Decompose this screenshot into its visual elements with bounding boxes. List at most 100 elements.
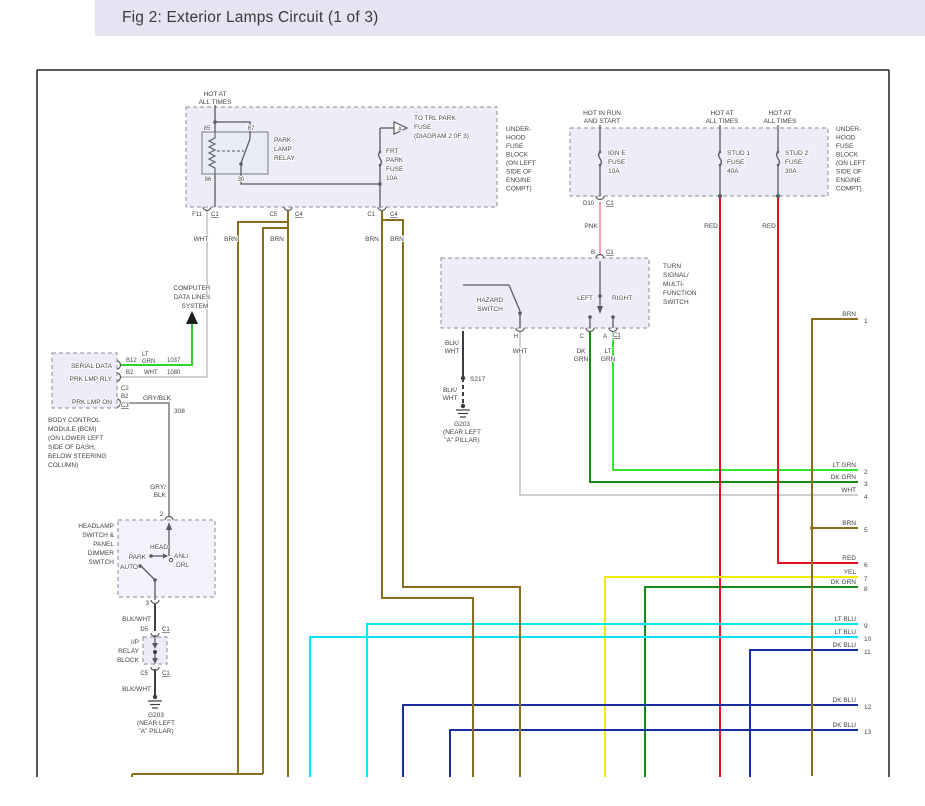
label-switch: SWITCH: [477, 306, 503, 313]
brn-row5-junction: [810, 526, 814, 530]
yel-row7: [605, 577, 858, 777]
label-hazard: HAZARD: [477, 297, 504, 304]
label-10: 10: [864, 636, 872, 643]
label-headlamp: HEADLAMP: [78, 523, 114, 530]
label-c1: C1: [367, 212, 375, 218]
label-lamp: LAMP: [274, 146, 292, 153]
connector-pin2: [165, 517, 173, 520]
turn-feed-dot: [598, 294, 602, 298]
label-park: PARK: [129, 554, 147, 561]
label-block: BLOCK: [117, 657, 140, 664]
label-dk-grn: DK GRN: [831, 579, 857, 586]
label-and-start: AND START: [584, 118, 620, 125]
label-diagram-2-0f-3: (DIAGRAM 2 0F 3): [414, 133, 469, 140]
label-prk-lmp-rly: PRK LMP RLY: [70, 376, 113, 383]
label-lt-blu: LT BLU: [835, 616, 857, 623]
label-a-pillar: "A" PILLAR): [444, 437, 479, 444]
label-all-times: ALL TIMES: [764, 118, 798, 125]
label-turn: TURN: [663, 263, 681, 270]
label-stud-1: STUD 1: [727, 150, 751, 157]
wiring-diagram: AHOT ATALL TIMES85878630PARKLAMPRELAYFRT…: [0, 0, 925, 806]
label-lt: LT: [142, 352, 149, 358]
label-yel: YEL: [844, 569, 857, 576]
label-dk-blu: DK BLU: [833, 642, 857, 649]
label-left: LEFT: [577, 295, 593, 302]
label-compt: COMPT): [506, 186, 532, 193]
label-d5: D5: [140, 627, 148, 633]
label-c: C: [580, 334, 585, 340]
label-c1: C1: [162, 627, 170, 633]
label-c1: C1: [606, 201, 614, 207]
label-8: 8: [864, 586, 868, 593]
hazard-h-dot: [518, 311, 522, 315]
label-hood: HOOD: [506, 135, 526, 142]
dkgrn-row8: [645, 587, 858, 777]
anl-drl-contact: [169, 558, 172, 561]
connector-pin3: [151, 600, 159, 604]
label-on-lower-left: (ON LOWER LEFT: [48, 435, 103, 442]
label-side-of: SIDE OF: [836, 169, 862, 176]
label-2: 2: [864, 469, 868, 476]
ground-dot-ip: [153, 695, 157, 699]
label-11: 11: [864, 649, 871, 656]
label-lt: LT: [604, 348, 611, 355]
label-blk: BLK: [154, 492, 167, 499]
label-dk: DK: [576, 348, 586, 355]
label-data-lines: DATA LINES: [174, 294, 211, 301]
label-relay: RELAY: [118, 648, 139, 655]
connector-c5-c4: [284, 207, 292, 211]
label-wht: WHT: [443, 395, 458, 402]
label-10a: 10A: [608, 168, 620, 175]
label-fuse: FUSE: [414, 124, 432, 131]
label-dimmer: DIMMER: [88, 550, 115, 557]
label-signal: SIGNAL/: [663, 272, 689, 279]
turn-signal-switch-box: [441, 258, 649, 328]
bcm-pin-b2: [117, 373, 121, 381]
label-side-of: SIDE OF: [506, 169, 532, 176]
label-blk: BLK/: [443, 387, 457, 394]
label-block: BLOCK: [836, 152, 859, 159]
label-near-left: (NEAR LEFT: [137, 720, 175, 727]
label-switch: SWITCH: [663, 299, 689, 306]
label-hot-at: HOT AT: [769, 110, 792, 117]
trl-park-arrow-label: A: [398, 127, 402, 133]
label-grn: GRN: [574, 356, 589, 363]
label-grn: GRN: [601, 356, 616, 363]
label-c5: C5: [269, 212, 277, 218]
label-b2: B2: [126, 370, 134, 376]
label-serial-data: SERIAL DATA: [71, 363, 113, 370]
computer-data-arrow: [186, 311, 198, 324]
label-head: HEAD: [150, 544, 168, 551]
label-fuse: FUSE: [836, 143, 854, 150]
label-fuse: FUSE: [785, 159, 803, 166]
label-blk: BLK/: [445, 340, 459, 347]
label-relay: RELAY: [274, 155, 295, 162]
ltgrn-row2: [613, 331, 858, 470]
label-fuse: FUSE: [386, 166, 404, 173]
label-on-left: (ON LEFT: [506, 160, 536, 167]
label-3: 3: [146, 601, 150, 607]
label-c1: C1: [613, 333, 621, 339]
label-body-control: BODY CONTROL: [48, 417, 100, 424]
label-side-of-dash: SIDE OF DASH,: [48, 444, 96, 451]
label-to-trl-park: TO TRL PARK: [414, 115, 456, 122]
bcm-pin-c3: [117, 399, 121, 407]
label-d10: D10: [583, 201, 595, 207]
label-column: COLUMN): [48, 462, 78, 469]
relay-lever-dot: [239, 162, 243, 166]
label-c2: C2: [121, 386, 129, 392]
label-dk-blu: DK BLU: [833, 697, 857, 704]
stud1-exit-dot: [718, 194, 722, 198]
label-c1: C1: [606, 250, 614, 256]
connector-c1-c4: [378, 207, 386, 211]
label-c4: C4: [295, 212, 303, 218]
connector-c5-c1: [151, 667, 159, 671]
dkblu-row13: [450, 730, 858, 777]
label-h: H: [514, 334, 518, 340]
label-wht: WHT: [144, 370, 158, 376]
ltblu-row9: [367, 624, 858, 777]
fuse-dot: [777, 164, 780, 167]
junction-30-fuse: [378, 182, 382, 186]
label-computer: COMPUTER: [173, 285, 211, 292]
connector-d10-c1: [596, 196, 604, 200]
